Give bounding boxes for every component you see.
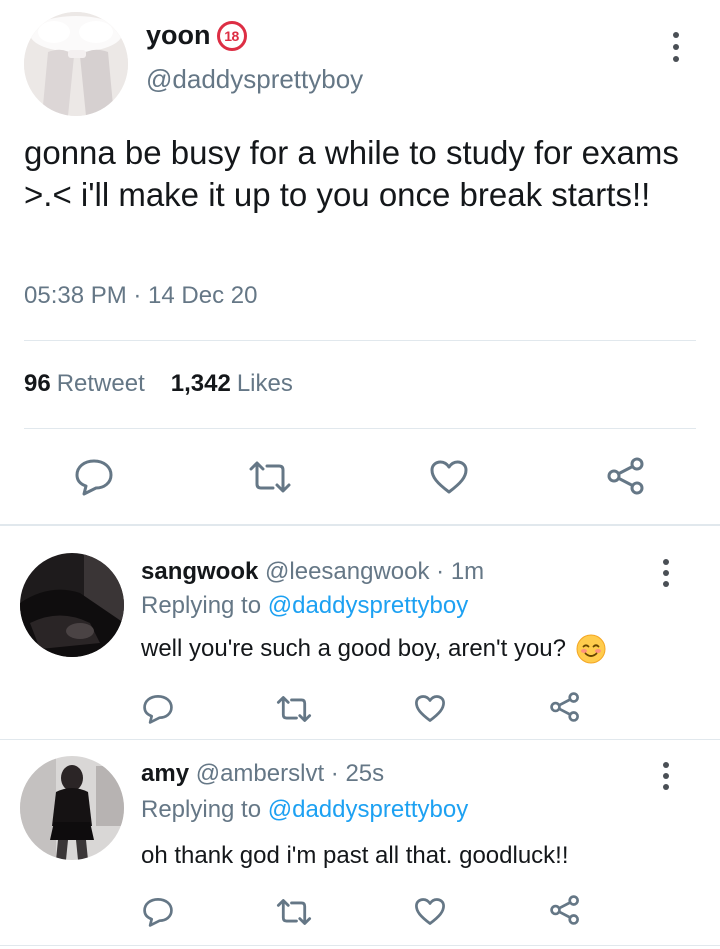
replying-prefix: Replying to: [141, 796, 268, 823]
retweet-stat[interactable]: 96 Retweet: [24, 370, 145, 398]
reply-avatar[interactable]: [20, 553, 124, 657]
main-tweet: yoon 18 @daddysprettyboy gonna be busy f…: [0, 0, 720, 524]
reply-body: oh thank god i'm past all that. goodluck…: [141, 842, 569, 870]
reply-time: · 1m: [429, 558, 485, 585]
reply-icon[interactable]: [142, 897, 174, 927]
replying-to: Replying to @daddysprettyboy: [141, 592, 468, 620]
smiling-face-icon: [576, 634, 606, 664]
share-icon[interactable]: [606, 457, 646, 495]
likes-label: Likes: [236, 370, 293, 397]
reply-text: well you're such a good boy, aren't you?: [141, 635, 566, 662]
handle[interactable]: @daddysprettyboy: [146, 64, 363, 95]
retweet-icon[interactable]: [247, 460, 293, 494]
likes-count: 1,342: [170, 370, 231, 397]
replying-to: Replying to @daddysprettyboy: [141, 796, 468, 824]
like-heart-icon[interactable]: [414, 694, 446, 723]
tweet-timestamp: 05:38 PM · 14 Dec 20: [24, 282, 258, 309]
reply-handle[interactable]: @leesangwook: [265, 558, 429, 585]
divider: [24, 428, 696, 429]
reply-header: amy @amberslvt · 25s: [141, 760, 384, 788]
reply-body: well you're such a good boy, aren't you?: [141, 634, 606, 664]
mention-link[interactable]: @daddysprettyboy: [268, 592, 468, 619]
like-heart-icon[interactable]: [429, 459, 469, 495]
likes-stat[interactable]: 1,342 Likes: [171, 370, 293, 398]
adult-18-badge-icon: 18: [216, 20, 247, 51]
reply-display-name[interactable]: sangwook: [141, 558, 258, 585]
reply-text: oh thank god i'm past all that. goodluck…: [141, 842, 569, 869]
reply-header: sangwook @leesangwook · 1m: [141, 558, 484, 586]
tweet-stats: 96 Retweet 1,342 Likes: [24, 370, 293, 398]
display-name[interactable]: yoon: [146, 20, 211, 51]
retweet-icon[interactable]: [275, 695, 313, 723]
reply-tweet[interactable]: amy @amberslvt · 25s Replying to @daddys…: [0, 740, 720, 949]
reply-display-name[interactable]: amy: [141, 760, 189, 787]
reply-handle[interactable]: @amberslvt: [196, 760, 324, 787]
retweet-count: 96: [24, 370, 51, 397]
more-options-icon[interactable]: [662, 762, 670, 790]
reply-icon[interactable]: [74, 458, 114, 496]
share-icon[interactable]: [549, 692, 581, 722]
retweet-label: Retweet: [56, 370, 145, 397]
reply-tweet[interactable]: sangwook @leesangwook · 1m Replying to @…: [0, 526, 720, 739]
like-heart-icon[interactable]: [414, 897, 446, 926]
main-avatar[interactable]: [24, 12, 128, 116]
more-options-icon[interactable]: [672, 32, 680, 62]
replying-prefix: Replying to: [141, 592, 268, 619]
retweet-icon[interactable]: [275, 898, 313, 926]
more-options-icon[interactable]: [662, 559, 670, 587]
divider: [24, 340, 696, 341]
reply-icon[interactable]: [142, 694, 174, 724]
reply-avatar[interactable]: [20, 756, 124, 860]
mention-link[interactable]: @daddysprettyboy: [268, 796, 468, 823]
section-divider: [0, 945, 720, 946]
main-name-row: yoon 18: [146, 20, 247, 51]
share-icon[interactable]: [549, 895, 581, 925]
reply-time: · 25s: [324, 760, 385, 787]
tweet-text: gonna be busy for a while to study for e…: [24, 134, 679, 213]
